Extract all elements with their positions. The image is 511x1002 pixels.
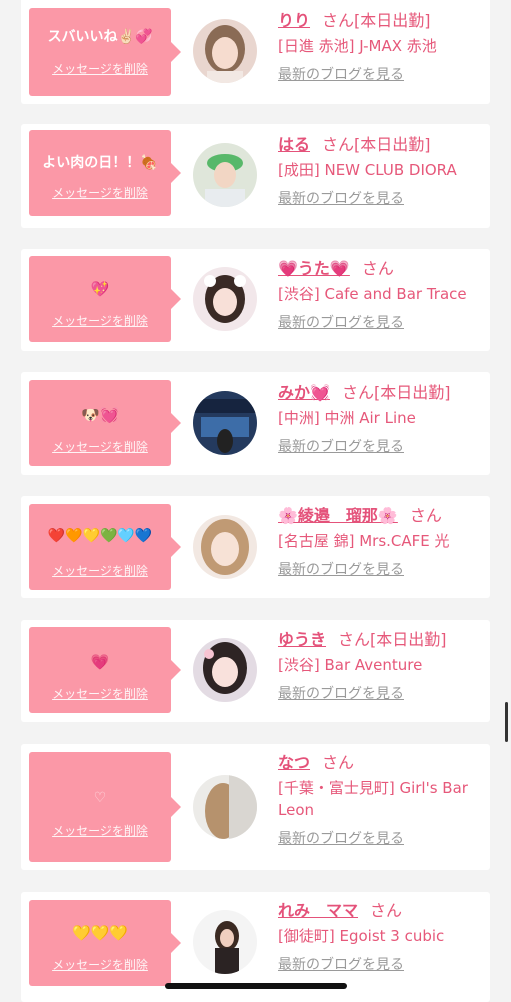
cast-name-link[interactable]: 💗うた💗 xyxy=(278,259,350,278)
avatar[interactable] xyxy=(193,515,257,579)
delete-message-link[interactable]: メッセージを削除 xyxy=(29,822,171,839)
blog-link[interactable]: 最新のブログを見る xyxy=(278,683,404,703)
list-item: スバいいね✌🏻💞 メッセージを削除 りり さん[本日出勤] [日進 赤池] J-M… xyxy=(21,0,490,104)
delete-message-link[interactable]: メッセージを削除 xyxy=(29,438,171,455)
avatar[interactable] xyxy=(193,775,257,839)
shop-info: [渋谷] Cafe and Bar Trace xyxy=(278,285,467,303)
status-label: [本日出勤] xyxy=(370,630,447,649)
cast-name-link[interactable]: みか💓 xyxy=(278,383,330,402)
message-bubble: 💗 メッセージを削除 xyxy=(29,627,181,713)
blog-link[interactable]: 最新のブログを見る xyxy=(278,954,404,974)
message-text: スバいいね✌🏻💞 xyxy=(47,29,153,45)
cast-info: みか💓 さん[本日出勤] [中洲] 中洲 Air Line 最新のブログを見る xyxy=(278,382,488,456)
cast-info: はる さん[本日出勤] [成田] NEW CLUB DIORA 最新のブログを見る xyxy=(278,134,488,208)
cast-name-link[interactable]: りり xyxy=(278,11,310,30)
honorific: さん xyxy=(322,11,355,30)
message-text: 💗 xyxy=(90,653,110,671)
shop-info: [中洲] 中洲 Air Line xyxy=(278,409,416,427)
cast-name-link[interactable]: はる xyxy=(278,135,310,154)
list-item: 💖 メッセージを削除 💗うた💗 さん [渋谷] Cafe and Bar Trac… xyxy=(21,249,490,351)
message-bubble: 🐶💓 メッセージを削除 xyxy=(29,380,181,466)
honorific: さん xyxy=(341,383,374,402)
shop-info: [名古屋 錦] Mrs.CAFE 光 xyxy=(278,532,450,550)
shop-info: [千葉・富士見町] Girl's Bar Leon xyxy=(278,779,468,819)
shop-info: [成田] NEW CLUB DIORA xyxy=(278,161,457,179)
scrollbar[interactable] xyxy=(505,702,508,742)
honorific: さん xyxy=(370,901,403,920)
avatar[interactable] xyxy=(193,638,257,702)
shop-info: [渋谷] Bar Aventure xyxy=(278,656,423,674)
list-item: よい肉の日！！🍖 メッセージを削除 はる さん[本日出勤] [成田] NEW CL… xyxy=(21,124,490,228)
blog-link[interactable]: 最新のブログを見る xyxy=(278,188,404,208)
delete-message-link[interactable]: メッセージを削除 xyxy=(29,184,171,201)
honorific: さん xyxy=(409,506,442,525)
message-text: 💖 xyxy=(90,280,110,298)
cast-name-link[interactable]: なつ xyxy=(278,753,310,772)
delete-message-link[interactable]: メッセージを削除 xyxy=(29,60,171,77)
status-label: [本日出勤] xyxy=(354,11,431,30)
cast-info: 💗うた💗 さん [渋谷] Cafe and Bar Trace 最新のブログを見る xyxy=(278,258,488,332)
shop-info: [日進 赤池] J-MAX 赤池 xyxy=(278,37,437,55)
home-indicator[interactable] xyxy=(165,983,347,989)
cast-info: なつ さん [千葉・富士見町] Girl's Bar Leon 最新のブログを見る xyxy=(278,752,488,848)
message-bubble: ❤️🧡💛💚🩵💙 メッセージを削除 xyxy=(29,504,181,590)
cast-info: ゆうき さん[本日出勤] [渋谷] Bar Aventure 最新のブログを見る xyxy=(278,629,488,703)
delete-message-link[interactable]: メッセージを削除 xyxy=(29,685,171,702)
avatar[interactable] xyxy=(193,143,257,207)
cast-name-link[interactable]: れみ ママ xyxy=(278,901,358,920)
message-text: よい肉の日！！🍖 xyxy=(42,155,158,171)
cast-name-link[interactable]: ゆうき xyxy=(278,630,326,649)
cast-info: 🌸綾邉 瑠那🌸 さん [名古屋 錦] Mrs.CAFE 光 最新のブログを見る xyxy=(278,505,488,579)
shop-info: [御徒町] Egoist 3 cubic xyxy=(278,927,445,945)
list-item: ❤️🧡💛💚🩵💙 メッセージを削除 🌸綾邉 瑠那🌸 さん [名古屋 錦] Mrs.C… xyxy=(21,496,490,598)
message-bubble: 💛💛💛 メッセージを削除 xyxy=(29,900,181,986)
avatar[interactable] xyxy=(193,19,257,83)
avatar[interactable] xyxy=(193,391,257,455)
cast-name-link[interactable]: 🌸綾邉 瑠那🌸 xyxy=(278,506,398,525)
message-text: 💛💛💛 xyxy=(71,924,129,942)
message-text: ♡ xyxy=(93,790,107,806)
avatar[interactable] xyxy=(193,267,257,331)
delete-message-link[interactable]: メッセージを削除 xyxy=(29,562,171,579)
message-text: 🐶💓 xyxy=(81,406,119,424)
message-text: ❤️🧡💛💚🩵💙 xyxy=(47,528,153,544)
blog-link[interactable]: 最新のブログを見る xyxy=(278,559,404,579)
list-item: ♡ メッセージを削除 なつ さん [千葉・富士見町] Girl's Bar Leo… xyxy=(21,744,490,870)
honorific: さん xyxy=(361,259,394,278)
avatar[interactable] xyxy=(193,910,257,974)
cast-info: りり さん[本日出勤] [日進 赤池] J-MAX 赤池 最新のブログを見る xyxy=(278,10,488,84)
honorific: さん xyxy=(322,753,355,772)
blog-link[interactable]: 最新のブログを見る xyxy=(278,64,404,84)
honorific: さん xyxy=(338,630,371,649)
list-item: 🐶💓 メッセージを削除 みか💓 さん[本日出勤] [中洲] 中洲 Air Line… xyxy=(21,372,490,475)
message-bubble: ♡ メッセージを削除 xyxy=(29,752,181,862)
message-bubble: 💖 メッセージを削除 xyxy=(29,256,181,342)
blog-link[interactable]: 最新のブログを見る xyxy=(278,312,404,332)
status-label: [本日出勤] xyxy=(373,383,451,402)
message-bubble: スバいいね✌🏻💞 メッセージを削除 xyxy=(29,8,181,96)
cast-info: れみ ママ さん [御徒町] Egoist 3 cubic 最新のブログを見る xyxy=(278,900,488,974)
message-bubble: よい肉の日！！🍖 メッセージを削除 xyxy=(29,130,181,216)
list-item: 💗 メッセージを削除 ゆうき さん[本日出勤] [渋谷] Bar Aventure… xyxy=(21,620,490,722)
status-label: [本日出勤] xyxy=(354,135,431,154)
delete-message-link[interactable]: メッセージを削除 xyxy=(29,312,171,329)
delete-message-link[interactable]: メッセージを削除 xyxy=(29,956,171,973)
honorific: さん xyxy=(322,135,355,154)
blog-link[interactable]: 最新のブログを見る xyxy=(278,828,404,848)
blog-link[interactable]: 最新のブログを見る xyxy=(278,436,404,456)
